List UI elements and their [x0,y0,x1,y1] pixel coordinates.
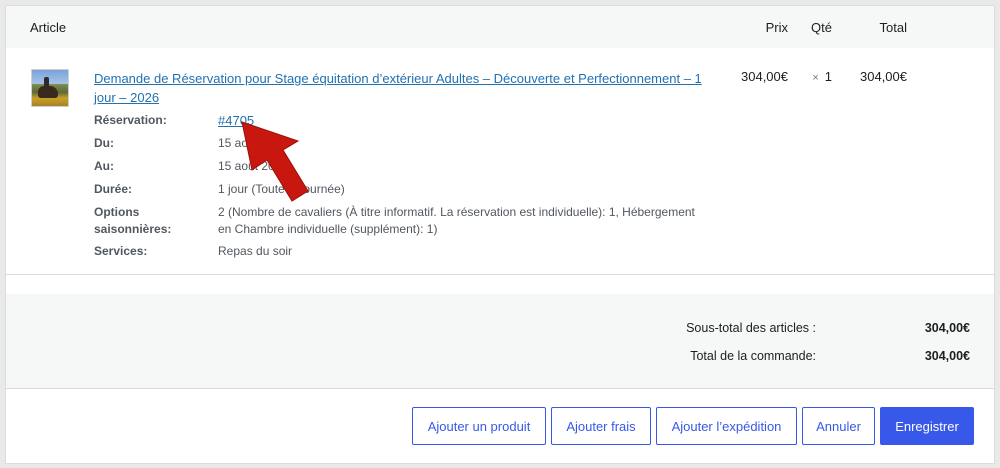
meta-value: 15 août 2026 [218,159,289,173]
subtotal-label: Sous-total des articles : [686,321,816,335]
add-product-button[interactable]: Ajouter un produit [412,407,546,445]
meta-key: Du: [94,136,114,150]
header-article: Article [30,20,67,35]
meta-value: 2 (Nombre de cavaliers (À titre informat… [218,205,695,236]
cancel-button[interactable]: Annuler [802,407,875,445]
order-items-panel: Article Prix Qté Total Demande de Réserv… [5,5,995,464]
actions-bar: Ajouter un produit Ajouter frais Ajouter… [6,389,994,463]
subtotal-value: 304,00€ [924,321,970,335]
order-total-label: Total de la commande: [690,349,816,363]
meta-key: Durée: [94,182,133,196]
rider-image-shape [44,77,49,87]
meta-value: Repas du soir [218,244,293,258]
item-price: 304,00€ [741,69,788,84]
meta-key: Réservation: [94,113,167,127]
meta-value: 1 jour (Toute la journée) [218,182,345,196]
header-total: Total [879,20,907,35]
times-icon: × [812,72,819,84]
items-table-header: Article Prix Qté Total [6,6,994,48]
meta-value: 15 août 2026 [218,136,289,150]
item-total: 304,00€ [860,69,907,84]
save-button[interactable]: Enregistrer [880,407,974,445]
meta-key: Services: [94,244,148,258]
order-total-value: 304,00€ [924,349,970,363]
add-shipping-button[interactable]: Ajouter l’expédition [656,407,797,445]
product-name-link[interactable]: Demande de Réservation pour Stage équita… [94,69,720,107]
table-row: Demande de Réservation pour Stage équita… [6,48,994,275]
add-fee-button[interactable]: Ajouter frais [551,407,651,445]
quantity-value: 1 [824,69,832,84]
header-qte: Qté [811,20,832,35]
reservation-link[interactable]: #4705 [218,113,254,128]
item-quantity: × 1 [812,69,832,84]
meta-key: Au: [94,159,114,173]
meta-key: Options saisonnières: [94,205,172,236]
product-thumbnail[interactable] [31,69,69,107]
order-totals: Sous-total des articles : 304,00€ Total … [6,294,994,389]
header-prix: Prix [765,20,788,35]
meta-value: #4705 [218,112,698,130]
horse-image-shape [38,86,58,98]
